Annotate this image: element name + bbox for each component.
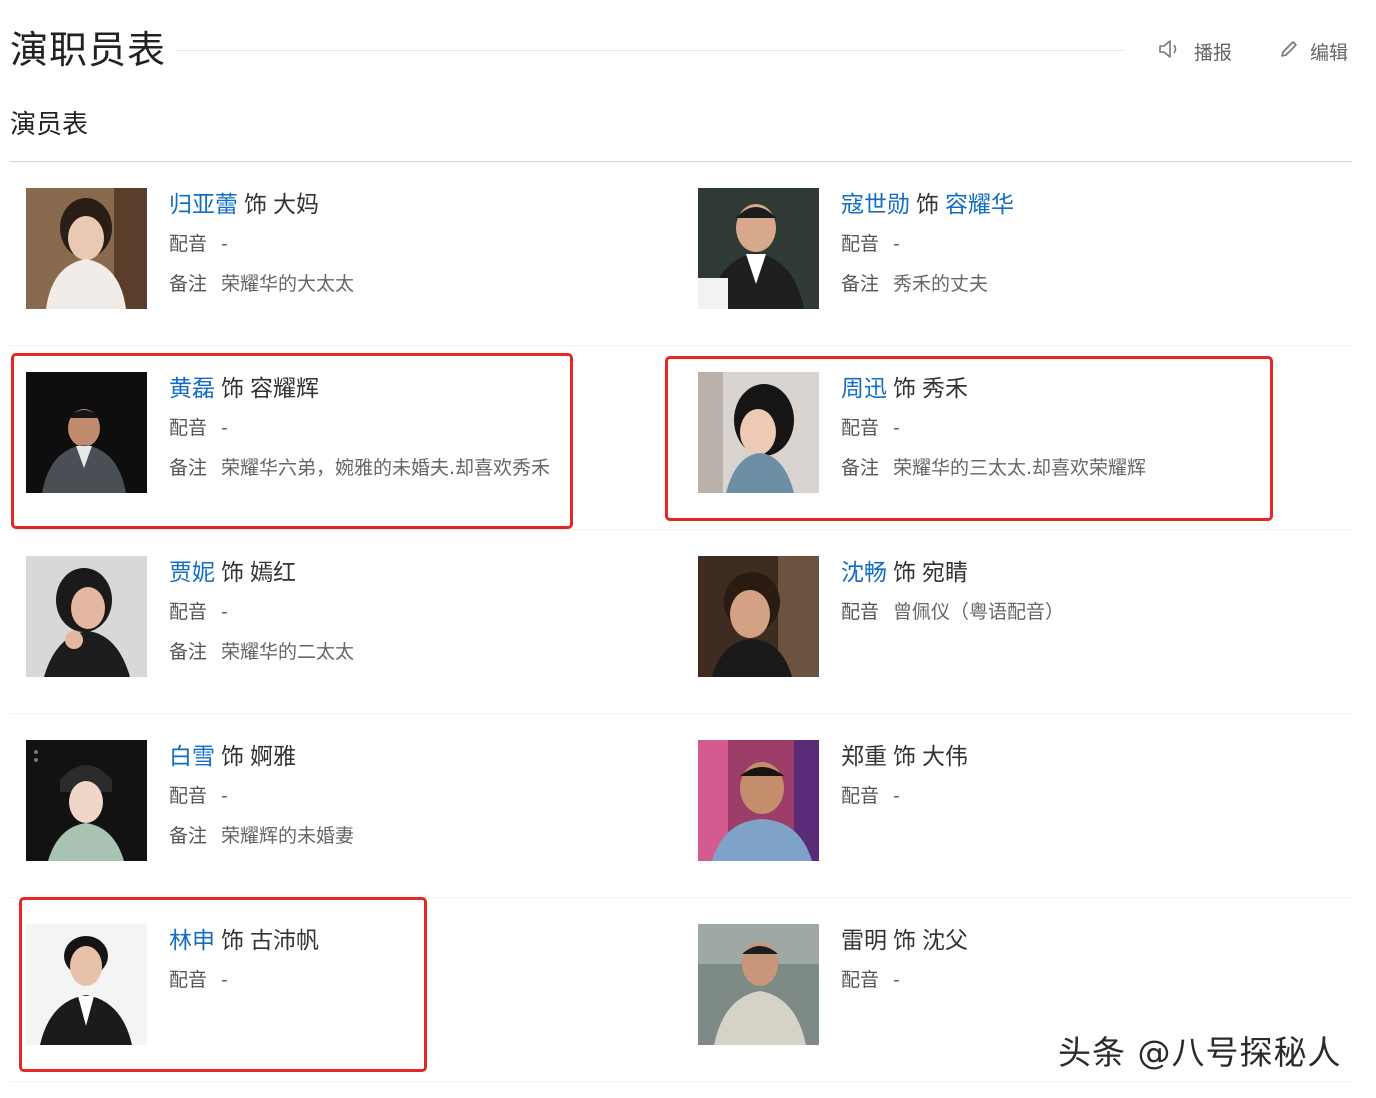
section-subtitle: 演员表 [10,110,89,140]
edit-button[interactable]: 编辑 [1278,38,1348,65]
actor-photo[interactable] [698,556,819,677]
as-label: 饰 [893,376,916,402]
actor-photo[interactable] [698,740,819,861]
actor-name-link[interactable]: 林申 [169,928,215,954]
cast-card: 白雪饰婀雅 配音 - 备注 荣耀辉的未婚妻 [26,740,686,870]
dub-value: - [221,969,228,991]
dub-label: 配音 [841,417,880,439]
note-label: 备注 [841,457,880,479]
actor-photo[interactable] [26,740,147,861]
role-name: 婀雅 [250,744,296,770]
cast-row: 白雪饰婀雅 配音 - 备注 荣耀辉的未婚妻 郑重饰大伟 配音 - [10,714,1352,898]
actor-photo[interactable] [26,188,147,309]
as-label: 饰 [221,560,244,586]
actor-name-link[interactable]: 贾妮 [169,560,215,586]
actor-photo[interactable] [698,924,819,1045]
note-value: 荣耀辉的未婚妻 [221,825,355,847]
as-label: 饰 [221,376,244,402]
section-header: 演职员表 播报 编辑 [10,22,1352,82]
dub-value: - [893,233,900,255]
dub-label: 配音 [169,233,208,255]
as-label: 饰 [244,192,267,218]
dub-value: - [221,233,228,255]
cast-card: 郑重饰大伟 配音 - [698,740,1358,870]
note-label: 备注 [169,825,208,847]
role-name: 古沛帆 [250,928,319,954]
dub-value: - [221,601,228,623]
cast-card: 寇世勋饰容耀华 配音 - 备注 秀禾的丈夫 [698,188,1358,318]
note-label: 备注 [169,641,208,663]
as-label: 饰 [893,928,916,954]
role-name-link[interactable]: 容耀华 [945,192,1014,218]
actor-name-link[interactable]: 白雪 [169,744,215,770]
dub-value: 曾佩仪（粤语配音） [893,601,1065,623]
as-label: 饰 [916,192,939,218]
report-button[interactable]: 播报 [1158,38,1232,65]
dub-label: 配音 [169,601,208,623]
as-label: 饰 [893,560,916,586]
actor-photo[interactable] [26,556,147,677]
actor-name-link[interactable]: 沈畅 [841,560,887,586]
actor-name: 雷明 [841,928,887,954]
role-name: 秀禾 [922,376,968,402]
role-name: 大伟 [922,744,968,770]
row-divider [10,1081,1352,1082]
actor-name: 郑重 [841,744,887,770]
actor-name-link[interactable]: 周迅 [841,376,887,402]
dub-label: 配音 [169,785,208,807]
as-label: 饰 [893,744,916,770]
cast-card: 林申饰古沛帆 配音 - [26,924,686,1054]
dub-value: - [893,785,900,807]
watermark: 头条 @八号探秘人 [1058,1033,1342,1072]
dub-label: 配音 [169,417,208,439]
note-value: 荣耀华的三太太.却喜欢荣耀辉 [893,457,1147,479]
actor-photo[interactable] [698,372,819,493]
note-value: 荣耀华六弟，婉雅的未婚夫.却喜欢秀禾 [221,457,551,479]
actor-name-link[interactable]: 黄磊 [169,376,215,402]
actor-photo[interactable] [698,188,819,309]
dub-label: 配音 [169,969,208,991]
role-name: 嫣红 [250,560,296,586]
dub-label: 配音 [841,601,880,623]
cast-row: 归亚蕾饰大妈 配音 - 备注 荣耀华的大太太 寇世勋饰容耀华 配音 - 备注 秀禾的丈夫 [10,162,1352,346]
role-name: 大妈 [273,192,319,218]
dub-label: 配音 [841,233,880,255]
cast-row: 黄磊饰容耀辉 配音 - 备注 荣耀华六弟，婉雅的未婚夫.却喜欢秀禾 周迅饰秀禾 配音… [10,346,1352,530]
title-divider [175,50,1125,51]
role-name: 容耀辉 [250,376,319,402]
note-label: 备注 [841,273,880,295]
actor-photo[interactable] [26,372,147,493]
report-label: 播报 [1194,42,1233,64]
cast-card: 贾妮饰嫣红 配音 - 备注 荣耀华的二太太 [26,556,686,686]
actor-name-link[interactable]: 归亚蕾 [169,192,238,218]
note-value: 秀禾的丈夫 [893,273,989,295]
cast-card: 归亚蕾饰大妈 配音 - 备注 荣耀华的大太太 [26,188,686,318]
actor-photo[interactable] [26,924,147,1045]
dub-value: - [893,969,900,991]
dub-value: - [221,785,228,807]
edit-label: 编辑 [1310,42,1349,64]
as-label: 饰 [221,928,244,954]
dub-value: - [893,417,900,439]
pencil-icon [1278,38,1300,65]
dub-label: 配音 [841,785,880,807]
cast-card: 黄磊饰容耀辉 配音 - 备注 荣耀华六弟，婉雅的未婚夫.却喜欢秀禾 [26,372,686,502]
role-name: 沈父 [922,928,968,954]
dub-value: - [221,417,228,439]
cast-card: 沈畅饰宛睛 配音 曾佩仪（粤语配音） [698,556,1358,686]
role-name: 宛睛 [922,560,968,586]
cast-card: 周迅饰秀禾 配音 - 备注 荣耀华的三太太.却喜欢荣耀辉 [698,372,1358,502]
note-label: 备注 [169,457,208,479]
cast-row: 贾妮饰嫣红 配音 - 备注 荣耀华的二太太 沈畅饰宛睛 配音 曾佩仪（粤语配音） [10,530,1352,714]
speaker-icon [1158,38,1184,65]
page-title: 演职员表 [10,28,167,72]
actor-name-link[interactable]: 寇世勋 [841,192,910,218]
dub-label: 配音 [841,969,880,991]
note-value: 荣耀华的大太太 [221,273,355,295]
note-label: 备注 [169,273,208,295]
as-label: 饰 [221,744,244,770]
note-value: 荣耀华的二太太 [221,641,355,663]
